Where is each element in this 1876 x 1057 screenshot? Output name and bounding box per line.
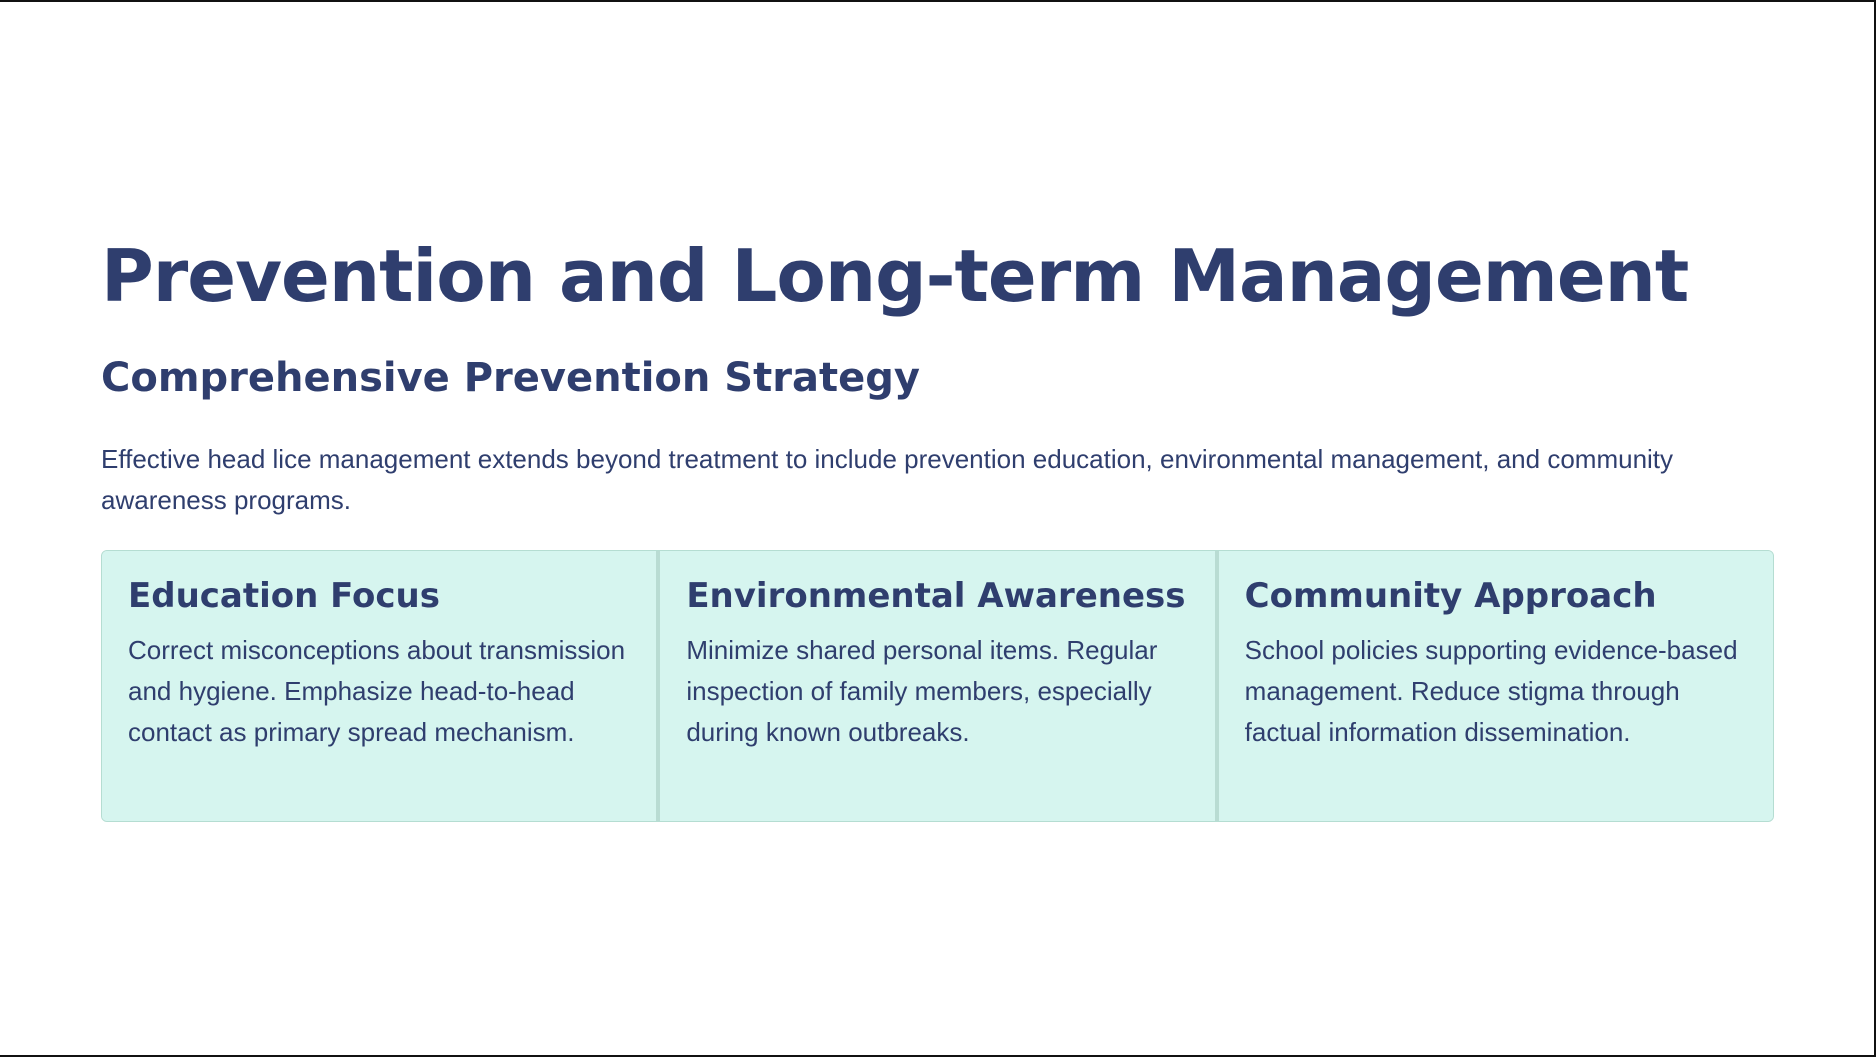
card-text: School policies supporting evidence-base… [1244, 635, 1738, 747]
card-text: Correct misconceptions about transmissio… [128, 635, 626, 747]
card-community-approach: Community Approach School policies suppo… [1214, 551, 1773, 821]
card-environmental-awareness: Environmental Awareness Minimize shared … [656, 551, 1215, 821]
card-title: Environmental Awareness [686, 576, 1186, 616]
card-title: Community Approach [1244, 576, 1657, 616]
strategy-cards: Education Focus Correct misconceptions a… [101, 550, 1774, 822]
card-text: Minimize shared personal items. Regular … [686, 635, 1158, 747]
intro-paragraph: Effective head lice management extends b… [101, 444, 1674, 515]
page-title: Prevention and Long-term Management [101, 234, 1689, 318]
section-subtitle: Comprehensive Prevention Strategy [101, 355, 920, 401]
card-title: Education Focus [128, 576, 440, 616]
card-education-focus: Education Focus Correct misconceptions a… [102, 551, 657, 821]
slide: Prevention and Long-term Management Comp… [0, 0, 1876, 1057]
